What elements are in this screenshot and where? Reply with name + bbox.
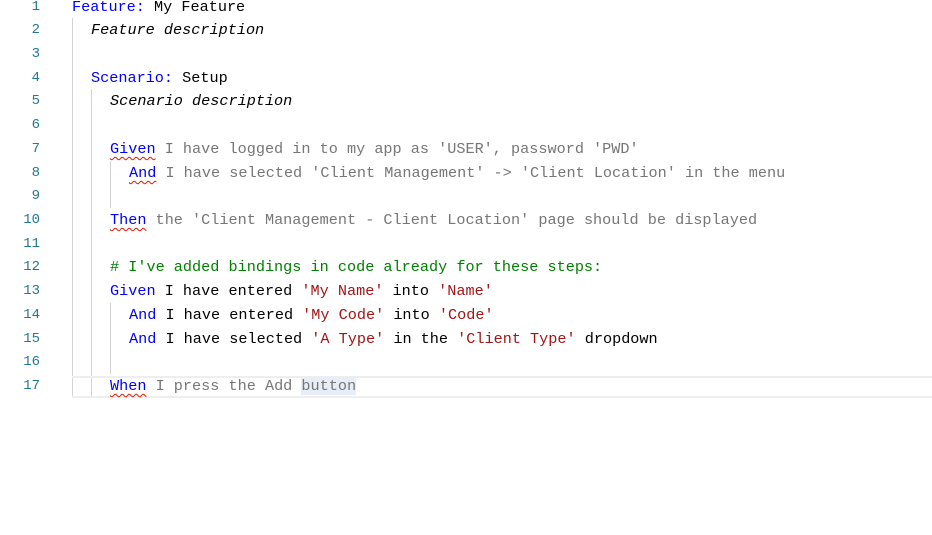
code-line-5[interactable]: Scenario description xyxy=(110,89,292,113)
scenario-description: Scenario description xyxy=(110,92,293,110)
then-keyword: Then xyxy=(110,211,147,229)
line-number: 8 xyxy=(31,165,40,181)
line-number: 11 xyxy=(23,236,40,252)
line-number: 5 xyxy=(31,93,40,109)
line-number: 4 xyxy=(31,70,40,86)
code-line-17[interactable]: When I press the Add button xyxy=(110,374,357,398)
line-number: 17 xyxy=(23,378,40,394)
given-keyword: Given xyxy=(110,140,156,158)
when-keyword: When xyxy=(110,377,147,395)
code-line-12[interactable]: # I've added bindings in code already fo… xyxy=(110,255,602,279)
code-line-4[interactable]: Scenario: Setup xyxy=(91,66,228,90)
scenario-title: Setup xyxy=(173,69,228,87)
step-text: dropdown xyxy=(575,330,658,348)
code-line-10[interactable]: Then the 'Client Management - Client Loc… xyxy=(110,208,757,232)
string-arg: 'Client Type' xyxy=(457,330,576,348)
string-arg: 'Name' xyxy=(438,282,493,300)
step-text: in the xyxy=(384,330,458,348)
code-line-7[interactable]: Given I have logged in to my app as 'USE… xyxy=(110,137,639,161)
scenario-keyword: Scenario: xyxy=(91,69,174,87)
line-number: 3 xyxy=(31,46,40,62)
step-text: I have selected xyxy=(156,330,312,348)
step-text: I press the Add xyxy=(146,377,302,395)
step-text: I have entered xyxy=(155,282,302,300)
code-editor[interactable]: 1 2 3 4 5 6 7 8 9 10 11 12 13 14 15 16 1… xyxy=(0,0,932,535)
feature-description: Feature description xyxy=(91,21,265,39)
word-highlight: button xyxy=(301,377,357,395)
line-number: 1 xyxy=(31,0,40,15)
string-arg: 'Code' xyxy=(438,306,494,324)
code-line-1[interactable]: Feature: My Feature xyxy=(72,0,245,19)
given-keyword: Given xyxy=(110,282,156,300)
code-line-15[interactable]: And I have selected 'A Type' in the 'Cli… xyxy=(129,327,658,351)
string-arg: 'My Code' xyxy=(302,306,385,324)
feature-title: My Feature xyxy=(144,0,246,16)
code-line-14[interactable]: And I have entered 'My Code' into 'Code' xyxy=(129,303,494,327)
code-area[interactable]: Feature: My Feature Feature description … xyxy=(72,0,932,535)
code-line-13[interactable]: Given I have entered 'My Name' into 'Nam… xyxy=(110,279,493,303)
step-text: into xyxy=(384,306,439,324)
line-number: 6 xyxy=(31,117,40,133)
line-number: 12 xyxy=(23,259,40,275)
code-line-8[interactable]: And I have selected 'Client Management' … xyxy=(129,161,785,185)
and-keyword: And xyxy=(129,330,157,348)
line-number-gutter: 1 2 3 4 5 6 7 8 9 10 11 12 13 14 15 16 1… xyxy=(0,0,60,535)
line-number: 10 xyxy=(23,212,40,228)
line-number: 13 xyxy=(23,283,40,299)
and-keyword: And xyxy=(129,306,157,324)
comment-text: # I've added bindings in code already fo… xyxy=(110,258,603,276)
line-number: 2 xyxy=(31,22,40,38)
string-arg: 'A Type' xyxy=(311,330,385,348)
step-text: into xyxy=(383,282,439,300)
line-number: 9 xyxy=(31,188,40,204)
code-line-2[interactable]: Feature description xyxy=(91,18,264,42)
step-text: I have selected 'Client Management' -> '… xyxy=(156,164,786,182)
and-keyword: And xyxy=(129,164,157,182)
line-number: 14 xyxy=(23,307,40,323)
string-arg: 'My Name' xyxy=(301,282,384,300)
line-number: 7 xyxy=(31,141,40,157)
line-number: 16 xyxy=(23,354,40,370)
step-text: the 'Client Management - Client Location… xyxy=(146,211,758,229)
line-number: 15 xyxy=(23,331,40,347)
feature-keyword: Feature: xyxy=(72,0,145,16)
step-text: I have logged in to my app as 'USER', pa… xyxy=(155,140,639,158)
step-text: I have entered xyxy=(156,306,303,324)
